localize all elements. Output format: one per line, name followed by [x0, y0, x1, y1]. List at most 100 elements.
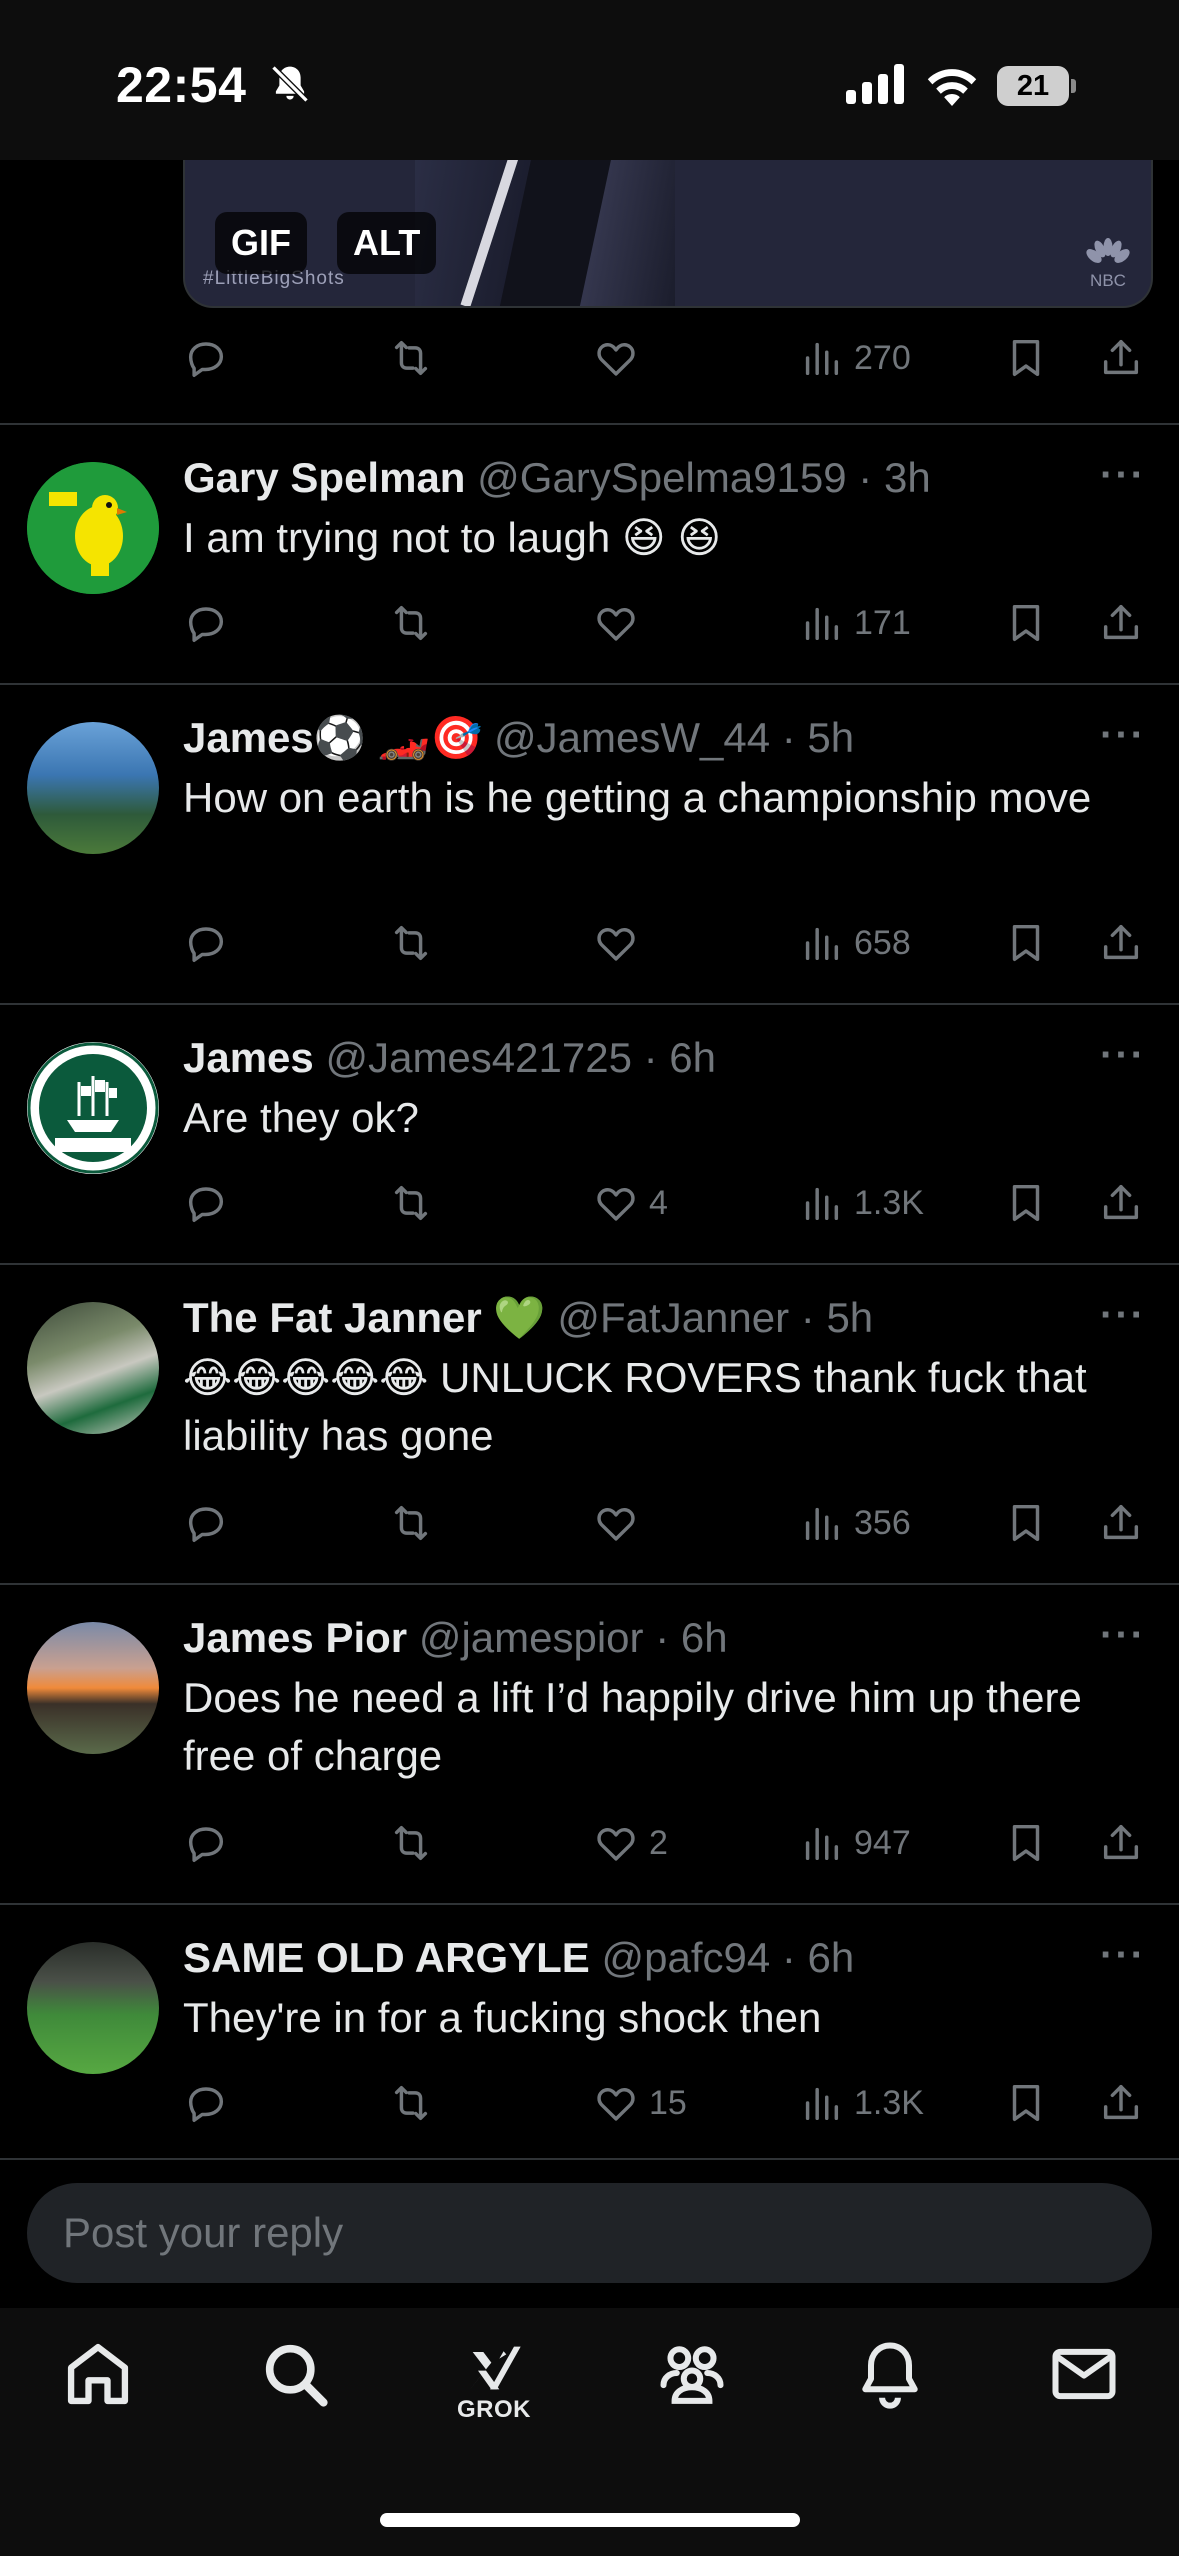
bookmark-button[interactable] — [1003, 593, 1049, 653]
like-button[interactable]: 15 — [593, 2073, 687, 2133]
author-name[interactable]: The Fat Janner 💚 — [183, 1294, 546, 1341]
avatar[interactable] — [27, 722, 159, 854]
home-indicator[interactable] — [380, 2513, 800, 2527]
views-icon — [798, 1500, 844, 1546]
like-button[interactable] — [593, 1493, 649, 1553]
alt-badge[interactable]: ALT — [337, 212, 437, 274]
author-handle[interactable]: @jamespior — [419, 1614, 644, 1661]
author-name[interactable]: James⚽️ 🏎️🎯 — [183, 714, 482, 761]
share-button[interactable] — [1098, 2073, 1144, 2133]
author-handle[interactable]: @pafc94 — [601, 1934, 770, 1981]
repost-button[interactable] — [388, 1173, 434, 1233]
post-time[interactable]: 3h — [884, 454, 931, 501]
media-card[interactable]: #LittleBigShots GIF ALT NBC — [183, 160, 1153, 308]
repost-button[interactable] — [388, 2073, 434, 2133]
reply-item[interactable]: James @James421725 · 6h ··· Are they ok?… — [0, 1005, 1179, 1263]
views-button[interactable]: 171 — [798, 593, 911, 653]
more-options-button[interactable]: ··· — [1100, 1615, 1146, 1655]
share-button[interactable] — [1098, 1493, 1144, 1553]
repost-button[interactable] — [388, 328, 434, 388]
views-button[interactable]: 658 — [798, 913, 911, 973]
share-button[interactable] — [1098, 328, 1144, 388]
reply-actions: 171 — [183, 593, 1153, 653]
reply-button[interactable] — [183, 328, 229, 388]
author-handle[interactable]: @GarySpelma9159 — [477, 454, 847, 501]
nav-notifications[interactable] — [845, 2336, 935, 2436]
share-button[interactable] — [1098, 1173, 1144, 1233]
avatar[interactable] — [27, 1942, 159, 2074]
author-handle[interactable]: @FatJanner — [557, 1294, 789, 1341]
nav-grok[interactable]: GROK — [449, 2336, 539, 2436]
avatar[interactable] — [27, 1042, 159, 1174]
views-button[interactable]: 270 — [798, 328, 911, 388]
repost-button[interactable] — [388, 593, 434, 653]
reply-button[interactable] — [183, 593, 229, 653]
author-name[interactable]: James Pior — [183, 1614, 407, 1661]
bookmark-button[interactable] — [1003, 2073, 1049, 2133]
reply-item[interactable]: James Pior @jamespior · 6h ··· Does he n… — [0, 1585, 1179, 1903]
battery-indicator: 21 — [997, 66, 1076, 106]
like-button[interactable]: 4 — [593, 1173, 668, 1233]
share-icon — [1098, 1500, 1144, 1546]
reply-item[interactable]: SAME OLD ARGYLE @pafc94 · 6h ··· They're… — [0, 1905, 1179, 2158]
avatar[interactable] — [27, 1622, 159, 1754]
reply-button[interactable] — [183, 1173, 229, 1233]
reply-button[interactable] — [183, 1813, 229, 1873]
nav-messages[interactable] — [1039, 2336, 1129, 2436]
separator-dot: · — [770, 714, 808, 761]
reply-actions: 2 947 — [183, 1813, 1153, 1873]
reply-input[interactable]: Post your reply — [27, 2183, 1152, 2283]
more-options-button[interactable]: ··· — [1100, 715, 1146, 755]
nav-home[interactable] — [53, 2336, 143, 2436]
repost-icon — [388, 2080, 434, 2126]
views-button[interactable]: 1.3K — [798, 1173, 924, 1233]
like-button[interactable]: 2 — [593, 1813, 668, 1873]
avatar[interactable] — [27, 1302, 159, 1434]
more-options-button[interactable]: ··· — [1100, 1935, 1146, 1975]
bell-off-icon — [271, 65, 309, 103]
author-name[interactable]: James — [183, 1034, 314, 1081]
nav-search[interactable] — [250, 2336, 340, 2436]
like-button[interactable] — [593, 328, 639, 388]
reply-header: Gary Spelman @GarySpelma9159 · 3h — [183, 452, 931, 504]
like-button[interactable] — [593, 913, 649, 973]
post-time[interactable]: 6h — [681, 1614, 728, 1661]
nav-communities[interactable] — [647, 2336, 737, 2436]
views-button[interactable]: 1.3K — [798, 2073, 924, 2133]
bookmark-icon — [1003, 1820, 1049, 1866]
views-button[interactable]: 947 — [798, 1813, 911, 1873]
repost-button[interactable] — [388, 1813, 434, 1873]
author-name[interactable]: SAME OLD ARGYLE — [183, 1934, 590, 1981]
post-time[interactable]: 6h — [669, 1034, 716, 1081]
share-button[interactable] — [1098, 913, 1144, 973]
avatar[interactable] — [27, 462, 159, 594]
reply-item[interactable]: Gary Spelman @GarySpelma9159 · 3h ··· I … — [0, 425, 1179, 683]
bookmark-button[interactable] — [1003, 1813, 1049, 1873]
reply-button[interactable] — [183, 2073, 229, 2133]
author-name[interactable]: Gary Spelman — [183, 454, 465, 501]
share-button[interactable] — [1098, 1813, 1144, 1873]
bookmark-button[interactable] — [1003, 328, 1049, 388]
author-handle[interactable]: @JamesW_44 — [494, 714, 770, 761]
reply-item[interactable]: The Fat Janner 💚 @FatJanner · 5h ··· 😂😂😂… — [0, 1265, 1179, 1583]
reply-button[interactable] — [183, 913, 229, 973]
repost-button[interactable] — [388, 1493, 434, 1553]
reply-item[interactable]: James⚽️ 🏎️🎯 @JamesW_44 · 5h ··· How on e… — [0, 685, 1179, 1003]
views-count: 1.3K — [854, 2083, 924, 2122]
views-button[interactable]: 356 — [798, 1493, 911, 1553]
separator-dot: · — [789, 1294, 827, 1341]
post-time[interactable]: 6h — [808, 1934, 855, 1981]
more-options-button[interactable]: ··· — [1100, 455, 1146, 495]
share-button[interactable] — [1098, 593, 1144, 653]
bookmark-button[interactable] — [1003, 913, 1049, 973]
author-handle[interactable]: @James421725 — [325, 1034, 632, 1081]
reply-button[interactable] — [183, 1493, 229, 1553]
more-options-button[interactable]: ··· — [1100, 1035, 1146, 1075]
more-options-button[interactable]: ··· — [1100, 1295, 1146, 1335]
repost-button[interactable] — [388, 913, 434, 973]
post-time[interactable]: 5h — [807, 714, 854, 761]
bookmark-button[interactable] — [1003, 1493, 1049, 1553]
post-time[interactable]: 5h — [826, 1294, 873, 1341]
like-button[interactable] — [593, 593, 649, 653]
bookmark-button[interactable] — [1003, 1173, 1049, 1233]
